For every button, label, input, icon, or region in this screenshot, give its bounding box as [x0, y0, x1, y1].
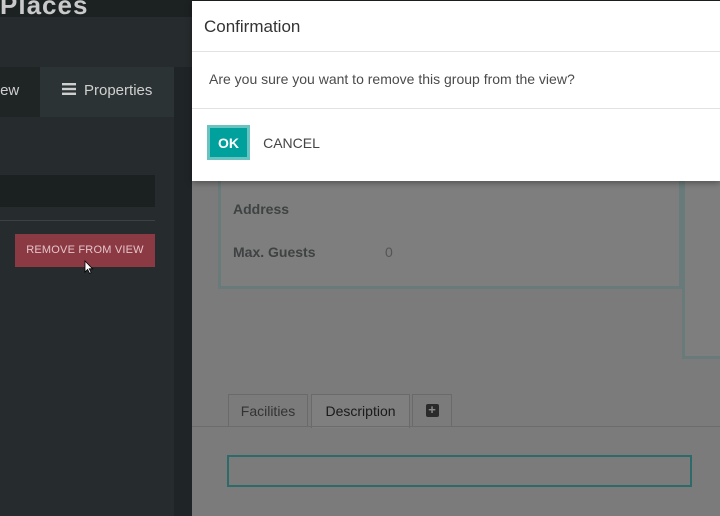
tabs-divider: [192, 426, 720, 427]
dialog-body: Are you sure you want to remove this gro…: [192, 52, 720, 109]
notebook-tab-description[interactable]: Description: [311, 394, 410, 428]
mouse-pointer-icon: [84, 260, 94, 279]
sub-bar: [0, 17, 192, 67]
divider: [0, 220, 155, 221]
studio-sidebar: [0, 67, 174, 516]
field-label-max-guests: Max. Guests: [233, 244, 316, 260]
list-icon: [62, 67, 76, 115]
field-label-address: Address: [233, 201, 290, 217]
side-group[interactable]: [682, 181, 720, 359]
confirmation-dialog: Confirmation Are you sure you want to re…: [192, 1, 720, 181]
dialog-header: Confirmation: [192, 1, 720, 52]
property-input[interactable]: [0, 175, 155, 207]
tab-view[interactable]: View: [0, 67, 40, 117]
ok-button[interactable]: OK: [207, 125, 250, 160]
form-group[interactable]: Address Max. Guests 0: [218, 181, 682, 289]
dialog-title: Confirmation: [204, 17, 301, 36]
add-tab-button[interactable]: +: [412, 394, 452, 427]
dialog-footer: OK CANCEL: [192, 109, 720, 181]
notebook-tab-facilities[interactable]: Facilities: [228, 394, 308, 427]
description-field[interactable]: [227, 455, 692, 487]
cancel-button[interactable]: CANCEL: [255, 125, 328, 160]
plus-square-icon: +: [425, 403, 439, 418]
field-value-max-guests: 0: [385, 244, 393, 260]
tab-view-label: View: [0, 82, 20, 99]
tab-properties-label: Properties: [84, 82, 153, 99]
tab-properties[interactable]: Properties: [40, 67, 174, 117]
dialog-message: Are you sure you want to remove this gro…: [209, 71, 575, 87]
